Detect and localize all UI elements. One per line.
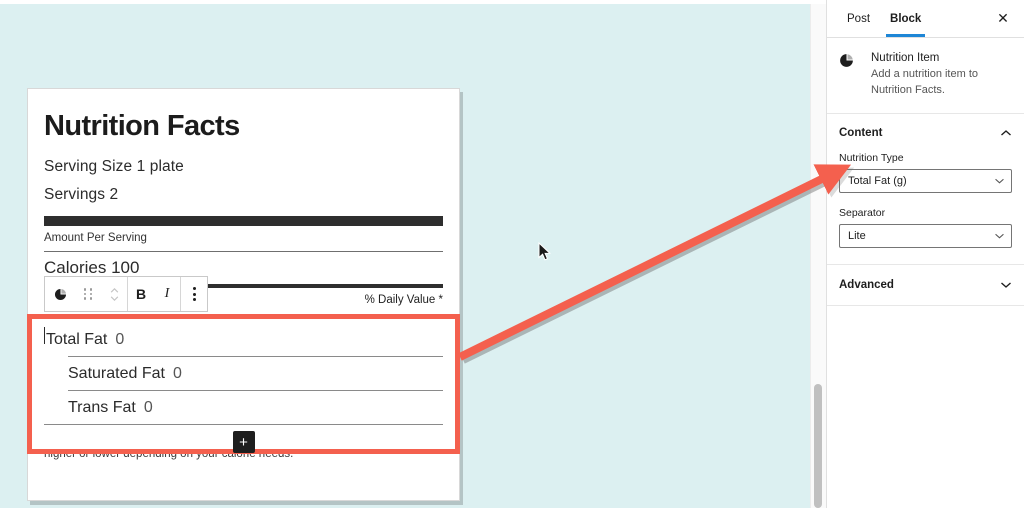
nutrition-type-label: Nutrition Type bbox=[839, 151, 904, 164]
nutrition-type-value: Total Fat (g) bbox=[848, 174, 907, 187]
more-options-dots bbox=[192, 287, 196, 301]
amount-per-serving-label: Amount Per Serving bbox=[44, 231, 147, 244]
block-toolbar[interactable]: B I bbox=[44, 276, 208, 312]
toolbar-group-block bbox=[45, 277, 127, 311]
editor-canvas: Nutrition Facts Serving Size 1 plate Ser… bbox=[0, 4, 813, 508]
content-panel-body: Nutrition Type Total Fat (g) Separator L… bbox=[827, 152, 1024, 265]
divider-thick-bar bbox=[44, 215, 443, 226]
separator-value: Lite bbox=[848, 229, 866, 242]
block-info-text: Nutrition Item Add a nutrition item to N… bbox=[871, 52, 1012, 99]
row-label: Saturated Fat bbox=[68, 365, 165, 382]
content-panel-header[interactable]: Content bbox=[827, 114, 1024, 152]
field-separator: Separator Lite bbox=[839, 207, 1012, 248]
drag-handle-dots bbox=[83, 288, 93, 300]
canvas-scrollbar-thumb[interactable] bbox=[814, 384, 822, 508]
block-title: Nutrition Item bbox=[871, 52, 940, 64]
chevron-down-icon bbox=[994, 232, 1005, 239]
row-value[interactable]: 0 bbox=[115, 331, 124, 349]
advanced-panel-title: Advanced bbox=[839, 278, 894, 291]
chevron-pair bbox=[110, 287, 119, 301]
advanced-panel-header[interactable]: Advanced bbox=[827, 265, 1024, 306]
serving-size-value[interactable]: 1 plate bbox=[137, 158, 184, 175]
move-up-down-icon[interactable] bbox=[101, 277, 127, 311]
servings-label: Servings bbox=[44, 185, 106, 203]
screenshot-root: Nutrition Facts Serving Size 1 plate Ser… bbox=[0, 0, 1024, 508]
separator-label: Separator bbox=[839, 206, 886, 219]
row-label: Trans Fat bbox=[68, 399, 136, 416]
mouse-cursor bbox=[538, 242, 552, 261]
italic-button[interactable]: I bbox=[154, 277, 180, 311]
nutrition-row-trans-fat[interactable]: Trans Fat 0 bbox=[44, 391, 443, 424]
block-settings-sidebar: Post Block ✕ Nutrition Item Add a nutrit… bbox=[826, 0, 1024, 508]
row-label: Total Fat bbox=[46, 331, 108, 348]
close-icon[interactable]: ✕ bbox=[992, 8, 1014, 30]
servings-value[interactable]: 2 bbox=[110, 186, 119, 203]
nutrition-row-saturated-fat[interactable]: Saturated Fat 0 bbox=[44, 357, 443, 390]
nutrition-facts-title: Nutrition Facts bbox=[44, 110, 240, 142]
tab-block[interactable]: Block bbox=[880, 0, 931, 37]
pie-chart-icon[interactable] bbox=[45, 277, 75, 311]
field-nutrition-type: Nutrition Type Total Fat (g) bbox=[839, 152, 1012, 193]
serving-size-row[interactable]: Serving Size 1 plate bbox=[44, 155, 443, 183]
separator-select[interactable]: Lite bbox=[839, 223, 1012, 248]
pie-chart-icon bbox=[839, 52, 859, 99]
block-description: Add a nutrition item to Nutrition Facts. bbox=[871, 68, 979, 96]
content-panel-title: Content bbox=[839, 126, 883, 139]
block-info: Nutrition Item Add a nutrition item to N… bbox=[827, 38, 1024, 114]
row-value[interactable]: 0 bbox=[144, 399, 153, 417]
sidebar-tabs: Post Block ✕ bbox=[827, 0, 1024, 38]
nutrition-type-select[interactable]: Total Fat (g) bbox=[839, 168, 1012, 193]
nutrition-row-total-fat[interactable]: Total Fat 0 bbox=[44, 319, 443, 356]
chevron-down-icon[interactable] bbox=[1000, 281, 1012, 289]
bold-button[interactable]: B bbox=[128, 277, 154, 311]
servings-row[interactable]: Servings 2 bbox=[44, 183, 443, 211]
text-caret bbox=[44, 327, 45, 344]
chevron-down-icon bbox=[994, 177, 1005, 184]
serving-size-label: Serving Size bbox=[44, 157, 133, 175]
toolbar-group-format: B I bbox=[128, 277, 180, 311]
calories-label: Calories bbox=[44, 257, 107, 277]
drag-handle-icon[interactable] bbox=[75, 277, 101, 311]
chevron-up-icon[interactable] bbox=[1000, 129, 1012, 137]
vertical-ellipsis-icon[interactable] bbox=[181, 277, 207, 311]
add-nutrition-item-row: + bbox=[44, 425, 443, 453]
selected-nutrition-item-group[interactable]: Total Fat 0 Saturated Fat 0 Trans Fat 0 … bbox=[27, 314, 460, 454]
nutrition-rows: Total Fat 0 Saturated Fat 0 Trans Fat 0 … bbox=[32, 319, 455, 453]
tab-post[interactable]: Post bbox=[837, 0, 880, 37]
toolbar-group-more bbox=[181, 277, 207, 311]
add-block-button[interactable]: + bbox=[232, 431, 255, 453]
calories-value[interactable]: 100 bbox=[111, 258, 139, 277]
row-value[interactable]: 0 bbox=[173, 365, 182, 383]
